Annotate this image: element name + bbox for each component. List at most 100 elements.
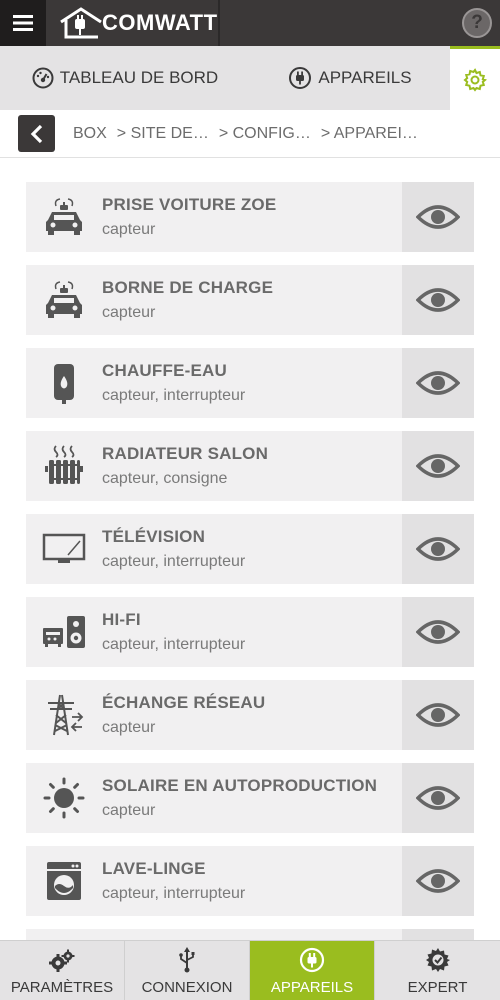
list-item: TÉLÉVISION capteur, interrupteur bbox=[26, 514, 474, 584]
bottom-tab-expert[interactable]: EXPERT bbox=[375, 941, 500, 1000]
hamburger-menu-icon bbox=[13, 15, 33, 31]
breadcrumb: BOX > SITE DE… > CONFIG… > APPAREI… bbox=[0, 110, 500, 158]
question-mark-icon: ? bbox=[471, 12, 483, 33]
expert-gear-icon bbox=[425, 948, 450, 972]
eye-icon bbox=[416, 454, 460, 478]
device-row-main[interactable]: LAVE-LINGE capteur, interrupteur bbox=[26, 846, 402, 916]
gear-icon bbox=[463, 67, 487, 92]
device-row-main[interactable]: RADIATEUR SALON capteur, consigne bbox=[26, 431, 402, 501]
plug-circle-icon bbox=[299, 947, 325, 973]
view-button[interactable] bbox=[402, 431, 474, 501]
electric-car-icon bbox=[26, 265, 102, 335]
eye-icon bbox=[416, 537, 460, 561]
header-divider bbox=[218, 0, 220, 46]
breadcrumb-item-box[interactable]: BOX bbox=[73, 125, 107, 143]
tab-appareils[interactable]: APPAREILS bbox=[250, 46, 450, 110]
list-item: PRISE VOITURE ZOE capteur bbox=[26, 182, 474, 252]
house-plug-logo-icon bbox=[60, 7, 102, 39]
television-icon bbox=[26, 514, 102, 584]
bottom-tab-connexion[interactable]: CONNEXION bbox=[125, 941, 250, 1000]
eye-icon bbox=[416, 869, 460, 893]
device-subtitle: capteur bbox=[102, 221, 156, 238]
list-item: RADIATEUR SALON capteur, consigne bbox=[26, 431, 474, 501]
breadcrumb-item-site[interactable]: > SITE DE… bbox=[117, 125, 209, 143]
device-row-main[interactable]: HI-FI capteur, interrupteur bbox=[26, 597, 402, 667]
device-subtitle: capteur, interrupteur bbox=[102, 387, 246, 404]
bottom-nav: PARAMÈTRES CONNEXION APPAREILS EXPERT bbox=[0, 940, 500, 1000]
device-row-main[interactable]: SOLAIRE EN AUTOPRODUCTION capteur bbox=[26, 763, 402, 833]
view-button[interactable] bbox=[402, 265, 474, 335]
eye-icon bbox=[416, 620, 460, 644]
device-list: PRISE VOITURE ZOE capteur BORNE DE CHARG… bbox=[26, 182, 474, 1000]
hifi-icon bbox=[26, 597, 102, 667]
device-subtitle: capteur bbox=[102, 719, 156, 736]
device-title: CHAUFFE-EAU bbox=[102, 361, 227, 380]
device-row-main[interactable]: PRISE VOITURE ZOE capteur bbox=[26, 182, 402, 252]
bottom-tab-appareils[interactable]: APPAREILS bbox=[250, 941, 375, 1000]
device-title: TÉLÉVISION bbox=[102, 527, 206, 546]
menu-button[interactable] bbox=[0, 0, 46, 46]
device-row-main[interactable]: BORNE DE CHARGE capteur bbox=[26, 265, 402, 335]
tab-label: APPAREILS bbox=[318, 68, 412, 87]
plug-icon bbox=[289, 67, 312, 89]
view-button[interactable] bbox=[402, 348, 474, 418]
list-item: ÉCHANGE RÉSEAU capteur bbox=[26, 680, 474, 750]
list-item: SOLAIRE EN AUTOPRODUCTION capteur bbox=[26, 763, 474, 833]
device-title: BORNE DE CHARGE bbox=[102, 278, 274, 297]
list-item: CHAUFFE-EAU capteur, interrupteur bbox=[26, 348, 474, 418]
view-button[interactable] bbox=[402, 680, 474, 750]
electric-car-icon bbox=[26, 182, 102, 252]
device-subtitle: capteur bbox=[102, 802, 156, 819]
bottom-tab-label: APPAREILS bbox=[270, 979, 354, 996]
tab-tableau-de-bord[interactable]: TABLEAU DE BORD bbox=[0, 46, 250, 110]
breadcrumb-item-config[interactable]: > CONFIG… bbox=[219, 125, 311, 143]
device-subtitle: capteur, interrupteur bbox=[102, 636, 246, 653]
device-title: HI-FI bbox=[102, 610, 141, 629]
device-title: SOLAIRE EN AUTOPRODUCTION bbox=[102, 776, 378, 795]
view-button[interactable] bbox=[402, 846, 474, 916]
tab-label: TABLEAU DE BORD bbox=[59, 68, 219, 87]
bottom-tab-label: CONNEXION bbox=[141, 979, 233, 996]
device-title: LAVE-LINGE bbox=[102, 859, 206, 878]
chevron-left-icon bbox=[30, 124, 42, 143]
breadcrumb-item-appareils[interactable]: > APPAREI… bbox=[321, 125, 418, 143]
view-button[interactable] bbox=[402, 597, 474, 667]
view-button[interactable] bbox=[402, 182, 474, 252]
bottom-tab-label: PARAMÈTRES bbox=[10, 979, 114, 996]
device-subtitle: capteur, interrupteur bbox=[102, 553, 246, 570]
gears-icon bbox=[49, 949, 75, 972]
list-item: HI-FI capteur, interrupteur bbox=[26, 597, 474, 667]
comwatt-logo[interactable]: COMWATT bbox=[58, 0, 218, 46]
list-item: BORNE DE CHARGE capteur bbox=[26, 265, 474, 335]
device-row-main[interactable]: ÉCHANGE RÉSEAU capteur bbox=[26, 680, 402, 750]
radiator-icon bbox=[26, 431, 102, 501]
bottom-tab-label: EXPERT bbox=[407, 979, 468, 996]
view-button[interactable] bbox=[402, 514, 474, 584]
dashboard-gauge-icon bbox=[32, 67, 54, 89]
eye-icon bbox=[416, 205, 460, 229]
power-pylon-icon bbox=[26, 680, 102, 750]
sun-icon bbox=[26, 763, 102, 833]
tab-settings[interactable] bbox=[450, 46, 500, 110]
eye-icon bbox=[416, 703, 460, 727]
bottom-tab-parametres[interactable]: PARAMÈTRES bbox=[0, 941, 125, 1000]
washing-machine-icon bbox=[26, 846, 102, 916]
eye-icon bbox=[416, 288, 460, 312]
eye-icon bbox=[416, 371, 460, 395]
logo-text: COMWATT bbox=[102, 10, 218, 35]
device-subtitle: capteur, consigne bbox=[102, 470, 228, 487]
device-row-main[interactable]: TÉLÉVISION capteur, interrupteur bbox=[26, 514, 402, 584]
device-title: PRISE VOITURE ZOE bbox=[102, 195, 277, 214]
help-button[interactable]: ? bbox=[462, 8, 492, 38]
view-button[interactable] bbox=[402, 763, 474, 833]
back-button[interactable] bbox=[18, 115, 55, 152]
usb-icon bbox=[179, 947, 195, 973]
app-header: COMWATT ? bbox=[0, 0, 500, 46]
main-nav: TABLEAU DE BORD APPAREILS bbox=[0, 46, 500, 110]
eye-icon bbox=[416, 786, 460, 810]
device-title: RADIATEUR SALON bbox=[102, 444, 269, 463]
device-row-main[interactable]: CHAUFFE-EAU capteur, interrupteur bbox=[26, 348, 402, 418]
device-subtitle: capteur, interrupteur bbox=[102, 885, 246, 902]
device-subtitle: capteur bbox=[102, 304, 156, 321]
list-item: LAVE-LINGE capteur, interrupteur bbox=[26, 846, 474, 916]
